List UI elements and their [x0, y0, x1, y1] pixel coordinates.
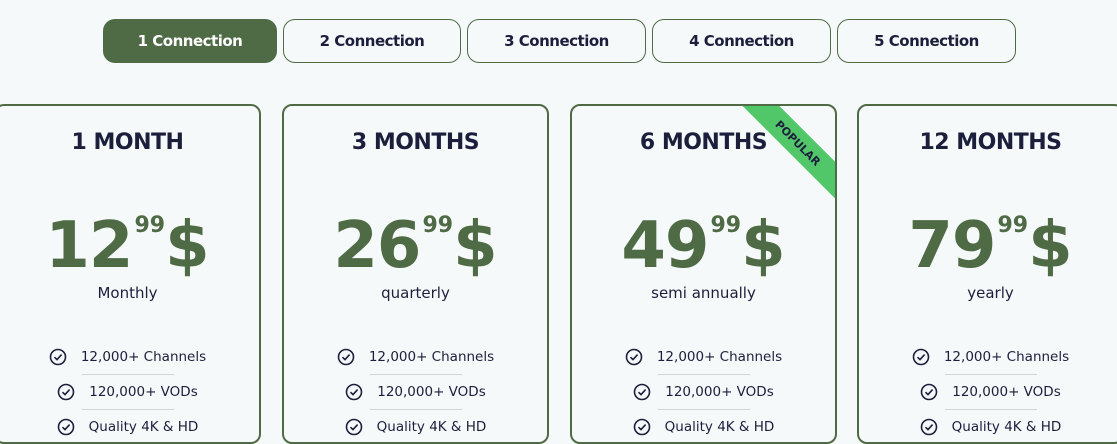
- feature-item: 12,000+ Channels: [859, 340, 1117, 374]
- check-circle-icon: [337, 348, 355, 366]
- price-currency: $: [165, 209, 210, 283]
- feature-item: Quality 4K & HD: [572, 410, 835, 442]
- plan-period: Monthly: [97, 284, 158, 302]
- price-currency: $: [741, 209, 786, 283]
- plan-card-12-months: 12 MONTHS 79 99 $ yearly 12,000+ Channel…: [857, 104, 1117, 444]
- feature-item: 120,000+ VODs: [0, 375, 259, 409]
- tab-4-connection[interactable]: 4 Connection: [652, 19, 831, 63]
- plan-period: quarterly: [381, 284, 450, 302]
- feature-item: 120,000+ VODs: [284, 375, 547, 409]
- feature-item: 120,000+ VODs: [859, 375, 1117, 409]
- plan-price: 26 99 $: [284, 206, 547, 286]
- tab-1-connection[interactable]: 1 Connection: [103, 19, 277, 63]
- feature-item: 12,000+ Channels: [572, 340, 835, 374]
- feature-label: Quality 4K & HD: [88, 419, 199, 435]
- check-circle-icon: [345, 383, 363, 401]
- feature-item: 12,000+ Channels: [0, 340, 259, 374]
- price-currency: $: [453, 209, 498, 283]
- plan-card-3-months: 3 MONTHS 26 99 $ quarterly 12,000+ Chann…: [282, 104, 549, 444]
- plan-card-1-month: 1 MONTH 12 99 $ Monthly 12,000+ Channels…: [0, 104, 261, 444]
- price-cents: 99: [997, 213, 1029, 238]
- tab-2-connection[interactable]: 2 Connection: [283, 19, 461, 63]
- price-cents: 99: [710, 213, 742, 238]
- check-circle-icon: [633, 383, 651, 401]
- price-whole: 26: [333, 209, 421, 283]
- feature-label: 12,000+ Channels: [80, 349, 207, 365]
- check-circle-icon: [920, 383, 938, 401]
- plan-price: 49 99 $: [572, 206, 835, 286]
- price-whole: 12: [45, 209, 133, 283]
- feature-item: Quality 4K & HD: [0, 410, 259, 442]
- feature-label: 12,000+ Channels: [943, 349, 1070, 365]
- feature-item: Quality 4K & HD: [284, 410, 547, 442]
- connection-tabs: 1 Connection 2 Connection 3 Connection 4…: [0, 19, 1117, 63]
- plan-price: 12 99 $: [0, 206, 259, 286]
- feature-label: Quality 4K & HD: [376, 419, 487, 435]
- plan-card-6-months: POPULAR 6 MONTHS 49 99 $ semi annually 1…: [570, 104, 837, 444]
- feature-list: 12,000+ Channels 120,000+ VODs Quality 4…: [284, 340, 547, 442]
- feature-label: 120,000+ VODs: [89, 384, 198, 400]
- feature-label: Quality 4K & HD: [664, 419, 775, 435]
- check-circle-icon: [49, 348, 67, 366]
- plan-period: semi annually: [651, 284, 756, 302]
- feature-list: 12,000+ Channels 120,000+ VODs Quality 4…: [0, 340, 259, 442]
- feature-item: 120,000+ VODs: [572, 375, 835, 409]
- feature-list: 12,000+ Channels 120,000+ VODs Quality 4…: [572, 340, 835, 442]
- feature-label: 12,000+ Channels: [368, 349, 495, 365]
- feature-label: 12,000+ Channels: [656, 349, 783, 365]
- feature-label: 120,000+ VODs: [952, 384, 1061, 400]
- feature-list: 12,000+ Channels 120,000+ VODs Quality 4…: [859, 340, 1117, 442]
- price-whole: 49: [621, 209, 709, 283]
- plan-title: 1 MONTH: [71, 130, 184, 155]
- feature-label: Quality 4K & HD: [951, 419, 1062, 435]
- price-whole: 79: [908, 209, 996, 283]
- plan-period: yearly: [967, 284, 1014, 302]
- feature-item: Quality 4K & HD: [859, 410, 1117, 442]
- plan-title: 12 MONTHS: [919, 130, 1062, 155]
- feature-label: 120,000+ VODs: [377, 384, 486, 400]
- feature-label: 120,000+ VODs: [665, 384, 774, 400]
- tab-5-connection[interactable]: 5 Connection: [837, 19, 1016, 63]
- plan-title: 6 MONTHS: [639, 130, 768, 155]
- check-circle-icon: [625, 348, 643, 366]
- price-cents: 99: [422, 213, 454, 238]
- plan-price: 79 99 $: [859, 206, 1117, 286]
- price-currency: $: [1028, 209, 1073, 283]
- feature-item: 12,000+ Channels: [284, 340, 547, 374]
- check-circle-icon: [912, 348, 930, 366]
- price-cents: 99: [134, 213, 166, 238]
- plan-title: 3 MONTHS: [351, 130, 480, 155]
- check-circle-icon: [57, 383, 75, 401]
- tab-3-connection[interactable]: 3 Connection: [467, 19, 646, 63]
